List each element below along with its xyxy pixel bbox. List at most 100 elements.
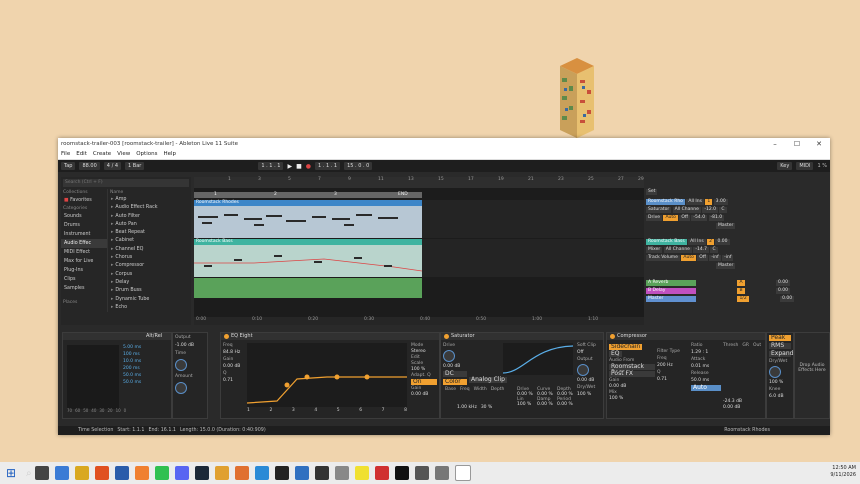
eq-q-value[interactable]: 0.71 — [223, 378, 245, 383]
compressor-auto-release[interactable]: Auto — [691, 385, 721, 391]
bar-ruler[interactable]: 1 3 5 7 9 11 13 15 17 19 21 23 25 27 29 — [194, 177, 644, 188]
saturator-ws-lin[interactable]: 100 % — [517, 402, 535, 407]
saturator-width-value[interactable]: 30 % — [481, 405, 492, 410]
app-icon[interactable] — [314, 466, 329, 480]
ableton-icon[interactable] — [394, 466, 409, 480]
track-bass-rt[interactable]: 0.00 — [715, 239, 730, 245]
app-icon[interactable] — [234, 466, 249, 480]
maximize-icon[interactable]: ☐ — [786, 140, 808, 148]
compressor-output-value[interactable]: 0.00 dB — [723, 405, 742, 410]
category-sounds[interactable]: Sounds — [61, 212, 107, 221]
track-rhodes-send-a[interactable]: -54.0 — [691, 215, 708, 221]
compressor-power-icon[interactable] — [610, 334, 615, 339]
compressor-drywet-value[interactable]: 100 % — [769, 380, 791, 385]
track-rhodes-number[interactable]: 1 — [705, 199, 713, 205]
quantize-select[interactable]: 1 Bar — [125, 162, 145, 170]
play-icon[interactable]: ▶ — [287, 163, 292, 170]
master-row[interactable]: Master 1/2 0.00 — [646, 296, 826, 302]
instr-time-5[interactable]: 50.0 ms — [123, 373, 141, 378]
list-item[interactable]: ▸ Corpus — [108, 271, 191, 279]
track-rhodes-off[interactable]: Off — [679, 215, 690, 221]
system-clock[interactable]: 12:50 AM 9/11/2026 — [830, 465, 856, 479]
blender-icon[interactable] — [214, 466, 229, 480]
steam-icon[interactable] — [194, 466, 209, 480]
instr-time-1[interactable]: 5.00 ms — [123, 345, 141, 350]
vscode-icon[interactable] — [254, 466, 269, 480]
track-rhodes-monitor[interactable]: Auto — [663, 215, 678, 221]
list-item[interactable]: ▸ Drum Buss — [108, 287, 191, 295]
instr-time-2[interactable]: 100 ms — [123, 352, 141, 357]
track-bass-monitor[interactable]: Auto — [681, 255, 696, 261]
list-item[interactable]: ▸ Auto Pan — [108, 221, 191, 229]
compressor-expand-mode[interactable]: Expand — [769, 351, 793, 357]
browser-icon[interactable] — [94, 466, 109, 480]
saturator-freq-value[interactable]: 1.00 kHz — [457, 405, 477, 410]
list-item[interactable]: ▸ Amp — [108, 196, 191, 204]
track-bass-send-a[interactable]: -inf — [709, 255, 721, 261]
browser-search-input[interactable]: Search (Ctrl + F) — [63, 179, 189, 187]
saturator-drywet-value[interactable]: 100 % — [577, 392, 601, 397]
track-bass-input[interactable]: All Ins — [688, 239, 706, 245]
compressor-eq-toggle[interactable]: EQ — [609, 351, 622, 357]
settings-icon[interactable] — [414, 466, 429, 480]
saturator-drive-knob[interactable] — [443, 350, 455, 362]
category-max-for-live[interactable]: Max for Live — [61, 257, 107, 266]
menu-file[interactable]: File — [61, 151, 70, 157]
list-item[interactable]: ▸ Echo — [108, 304, 191, 312]
instr-output-value[interactable]: -1.00 dB — [175, 343, 205, 348]
compressor-attack-value[interactable]: 0.01 ms — [691, 364, 721, 369]
return-a-row[interactable]: A Reverb A 0.00 — [646, 280, 826, 286]
clip-rhodes[interactable]: Roomstack Rhodes — [194, 200, 422, 238]
discord-icon[interactable] — [174, 466, 189, 480]
list-item[interactable]: ▸ Cabinet — [108, 237, 191, 245]
track-rhodes-rt[interactable]: 3.00 — [713, 199, 728, 205]
favorites-item[interactable]: ■ Favorites — [61, 196, 107, 205]
instr-time-6[interactable]: 50.0 ms — [123, 380, 141, 385]
clip-bass[interactable]: Roomstack Bass — [194, 239, 423, 277]
return-b-row[interactable]: B Delay B 0.00 — [646, 288, 826, 294]
saturator-color-button[interactable]: Color — [443, 379, 467, 385]
eq-power-icon[interactable] — [224, 334, 229, 339]
eq-curve-display[interactable] — [247, 343, 407, 407]
instr-time-3[interactable]: 10.0 ms — [123, 359, 141, 364]
app-icon[interactable] — [374, 466, 389, 480]
eq-freq-value[interactable]: 84.8 Hz — [223, 350, 245, 355]
track-rhodes-channel[interactable]: All Channe — [672, 207, 701, 213]
close-icon[interactable]: ✕ — [808, 140, 830, 148]
tap-button[interactable]: Tap — [61, 162, 76, 170]
track-bass-channel[interactable]: All Channe — [663, 247, 692, 253]
return-lanes[interactable] — [194, 278, 422, 298]
compressor-rms-mode[interactable]: RMS — [769, 343, 791, 349]
track-rhodes-send-b[interactable]: -81.0 — [708, 215, 725, 221]
eq-scale-value[interactable]: 100 % — [411, 367, 437, 372]
empty-lane[interactable] — [422, 200, 644, 238]
list-item[interactable]: ▸ Chorus — [108, 254, 191, 262]
track-bass-header[interactable]: Roomstack Bass All Ins 2 0.00 — [646, 239, 826, 245]
track-bass-volume[interactable]: -14.7 — [693, 247, 710, 253]
loop-length-field[interactable]: 15 . 0 . 0 — [344, 162, 373, 170]
category-samples[interactable]: Samples — [61, 284, 107, 293]
compressor-sc-mix[interactable]: 100 % — [609, 396, 655, 401]
track-rhodes-pan[interactable]: C — [719, 207, 727, 213]
track-rhodes-device[interactable]: Saturator — [646, 207, 672, 213]
list-item[interactable]: ▸ Dynamic Tube — [108, 296, 191, 304]
instr-time-knob[interactable] — [175, 359, 187, 371]
spotify-icon[interactable] — [154, 466, 169, 480]
drop-zone[interactable]: Drop Audio Effects Here — [794, 332, 830, 419]
compressor-filter-freq[interactable]: 200 Hz — [657, 363, 689, 368]
record-icon[interactable]: ● — [306, 163, 311, 170]
loop-brace[interactable]: 1 2 3 END — [194, 192, 422, 198]
track-bass-output[interactable]: Master — [716, 263, 736, 269]
notepad-icon[interactable] — [454, 465, 471, 481]
saturator-power-icon[interactable] — [444, 334, 449, 339]
category-audio-effects[interactable]: Audio Effec — [61, 239, 107, 248]
track-rhodes-input[interactable]: All Ins — [686, 199, 704, 205]
eq-output-gain[interactable]: 0.00 dB — [411, 392, 437, 397]
empty-lane[interactable] — [422, 239, 644, 277]
compressor-peak-mode[interactable]: Peak — [769, 335, 791, 341]
track-bass-device[interactable]: Mixer — [646, 247, 663, 253]
category-plugins[interactable]: Plug-Ins — [61, 266, 107, 275]
track-bass-name[interactable]: Roomstack Bass — [646, 239, 687, 245]
app-icon[interactable] — [114, 466, 129, 480]
saturator-type-select[interactable]: Analog Clip — [469, 377, 507, 383]
